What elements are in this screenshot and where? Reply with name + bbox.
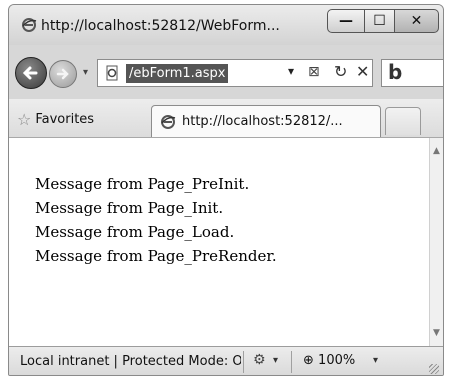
tab-active[interactable]: http://localhost:52812/...	[151, 105, 381, 137]
protected-mode-icon[interactable]: ⚙	[253, 352, 266, 368]
address-bar[interactable]: /ebForm1.aspx ▾ ⊠ ↻ ✕	[97, 59, 373, 87]
zoom-icon: ⊕	[303, 353, 314, 368]
zoom-control[interactable]: ⊕ 100%	[303, 353, 355, 368]
address-text[interactable]: /ebForm1.aspx	[126, 64, 229, 83]
vertical-scrollbar[interactable]: ▲ ▼	[429, 138, 443, 346]
favorites-bar: ☆ Favorites http://localhost:52812/...	[9, 99, 443, 138]
chevron-down-icon[interactable]: ▾	[273, 355, 278, 366]
recent-pages-dropdown[interactable]: ▾	[83, 67, 88, 78]
address-dropdown[interactable]: ▾	[288, 64, 294, 78]
maximize-button[interactable]: ☐	[365, 9, 395, 33]
status-bar: Local intranet | Protected Mode: Off ⚙ ▾…	[9, 346, 443, 375]
status-divider	[243, 351, 244, 373]
title-bar: http://localhost:52812/WebForm... — ☐ ✕	[9, 5, 443, 45]
close-button[interactable]: ✕	[395, 9, 439, 33]
search-provider-logo: b	[388, 60, 403, 84]
resize-grip-icon[interactable]	[429, 364, 439, 374]
back-arrow-icon	[22, 66, 38, 80]
security-zone[interactable]: Local intranet | Protected Mode: Off	[15, 353, 241, 369]
page-content: Message from Page_PreInit. Message from …	[9, 138, 429, 346]
favorites-label: Favorites	[35, 111, 95, 127]
status-divider	[291, 351, 292, 373]
ie-logo-icon	[22, 18, 37, 32]
tab-title: http://localhost:52812/...	[182, 114, 343, 129]
ie-logo-icon	[161, 115, 176, 129]
scroll-up-arrow-icon[interactable]: ▲	[433, 146, 440, 156]
navigation-bar: ▾ /ebForm1.aspx ▾ ⊠ ↻ ✕ b	[9, 45, 443, 99]
message-line: Message from Page_PreRender.	[35, 247, 277, 265]
forward-button[interactable]	[49, 60, 77, 88]
refresh-icon[interactable]: ↻	[334, 62, 347, 81]
message-line: Message from Page_Init.	[35, 199, 224, 217]
forward-arrow-icon	[56, 68, 69, 80]
message-line: Message from Page_Load.	[35, 223, 235, 241]
minimize-button[interactable]: —	[327, 9, 365, 33]
browser-window: http://localhost:52812/WebForm... — ☐ ✕ …	[8, 4, 444, 376]
message-line: Message from Page_PreInit.	[35, 175, 250, 193]
back-button[interactable]	[15, 57, 47, 89]
scroll-down-arrow-icon[interactable]: ▼	[433, 328, 440, 338]
compatibility-view-icon[interactable]: ⊠	[308, 64, 320, 80]
star-icon: ☆	[17, 109, 32, 129]
window-title: http://localhost:52812/WebForm...	[41, 18, 280, 34]
search-box[interactable]: b	[381, 59, 443, 87]
favorites-button[interactable]: ☆ Favorites	[17, 107, 94, 131]
stop-icon[interactable]: ✕	[356, 62, 369, 81]
zoom-level: 100%	[318, 353, 356, 368]
message-list: Message from Page_PreInit. Message from …	[35, 172, 277, 268]
page-icon	[106, 65, 118, 81]
caption-buttons: — ☐ ✕	[327, 9, 439, 35]
new-tab-button[interactable]	[385, 107, 421, 135]
zone-text: Local intranet | Protected Mode: Off	[20, 353, 241, 369]
zoom-dropdown[interactable]: ▾	[373, 355, 378, 366]
